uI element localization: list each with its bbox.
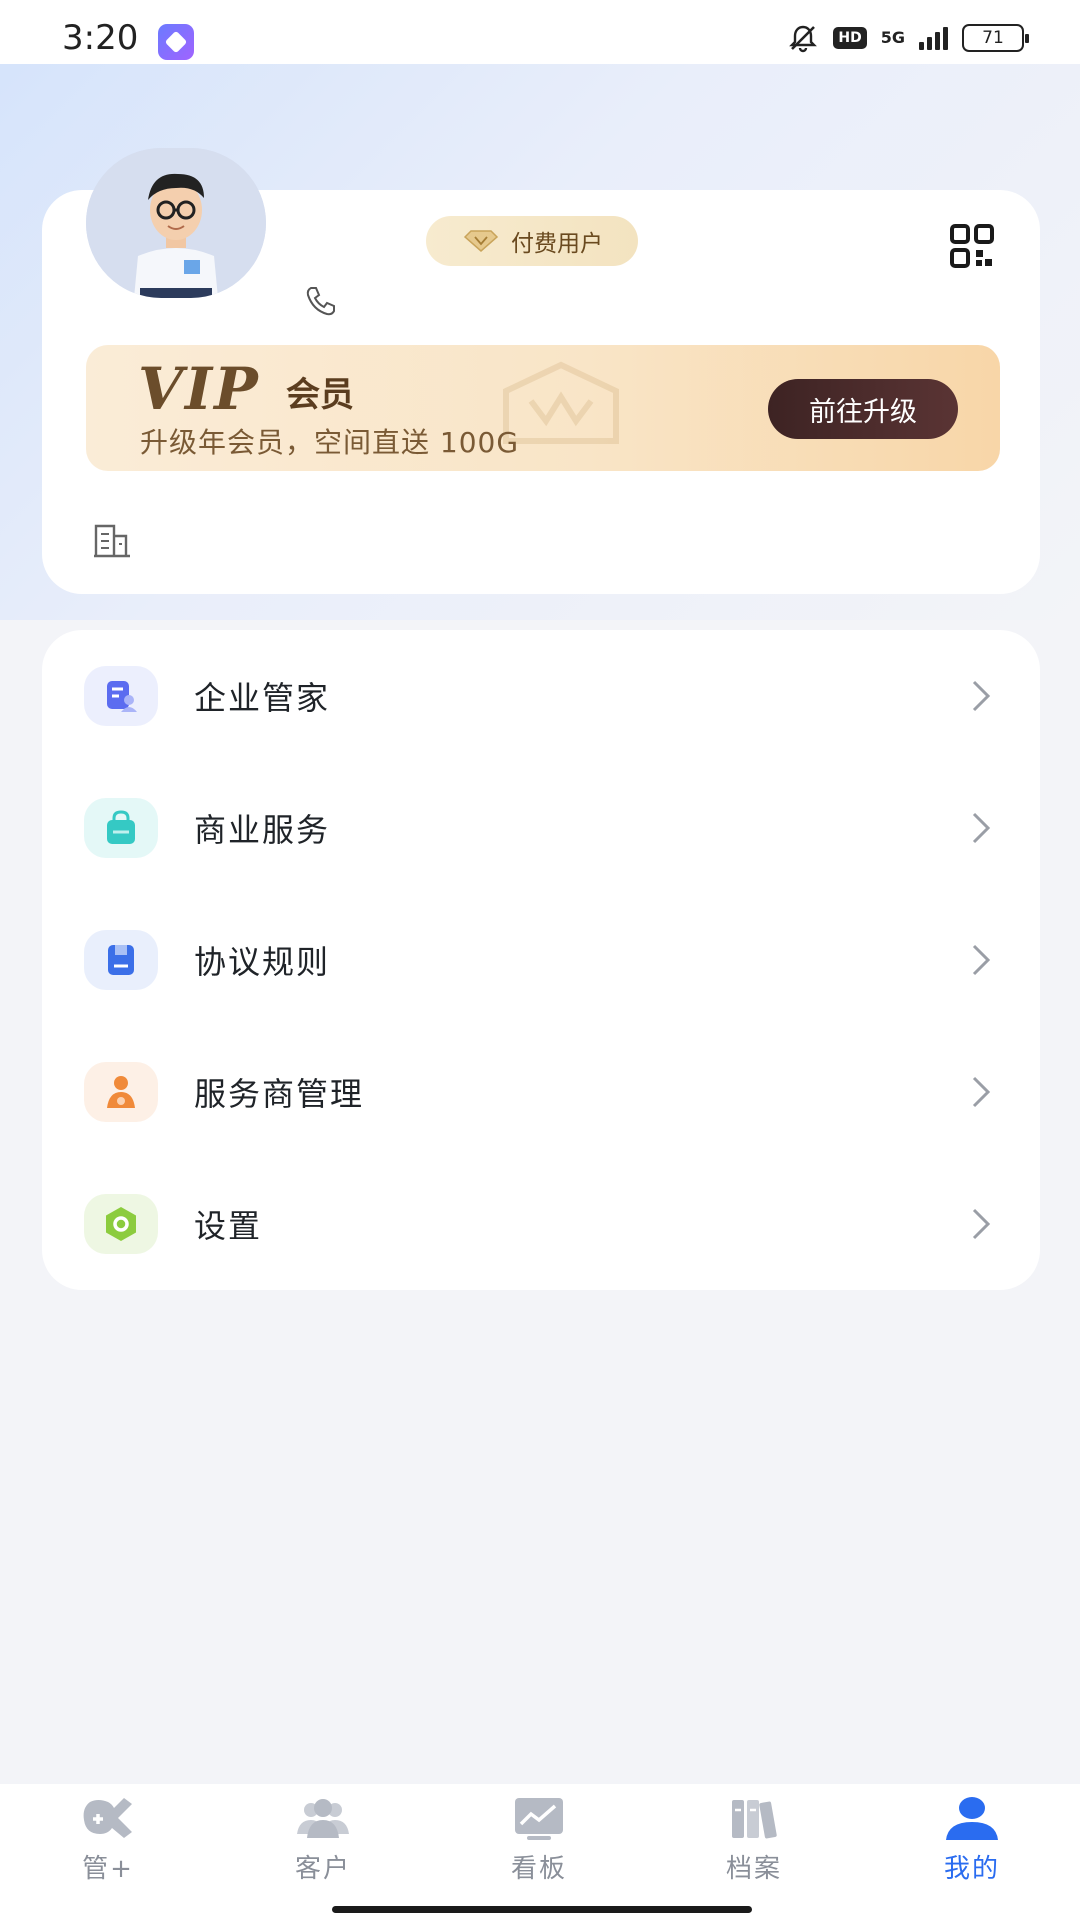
vip-member-title: 会员 xyxy=(286,375,354,415)
status-bar: 3:20 HD 5G 71 xyxy=(0,0,1080,64)
upgrade-button[interactable]: 前往升级 xyxy=(768,379,958,439)
menu-item-label: 企业管家 xyxy=(194,679,331,717)
provider-person-icon xyxy=(84,1062,158,1122)
menu-item-label: 服务商管理 xyxy=(194,1075,365,1113)
nav-tab-archive[interactable]: 档案 xyxy=(674,1794,834,1904)
customers-icon xyxy=(297,1799,349,1838)
avatar-illustration xyxy=(86,148,266,298)
profile-person-icon xyxy=(946,1797,998,1840)
chevron-right-icon xyxy=(972,1208,991,1240)
battery-icon: 71 xyxy=(962,24,1029,52)
menu-item-label: 商业服务 xyxy=(194,811,331,849)
nav-tab-mine[interactable]: 我的 xyxy=(892,1794,1052,1904)
menu-item-agreement-rules[interactable]: 协议规则 xyxy=(42,894,1040,1026)
home-indicator xyxy=(332,1906,752,1913)
save-document-icon xyxy=(84,930,158,990)
chevron-right-icon xyxy=(972,944,991,976)
vip-logo: VIP xyxy=(138,355,260,423)
nav-tab-guan-plus[interactable]: 管+ xyxy=(28,1794,188,1904)
paid-user-badge: 付费用户 xyxy=(426,216,638,266)
chevron-right-icon xyxy=(972,812,991,844)
qr-code-icon[interactable] xyxy=(948,222,996,270)
menu-item-business-service[interactable]: 商业服务 xyxy=(42,762,1040,894)
phone-icon[interactable] xyxy=(304,284,338,318)
guan-plus-icon xyxy=(83,1798,132,1838)
nav-tab-customers[interactable]: 客户 xyxy=(243,1794,403,1904)
diamond-icon xyxy=(463,230,499,252)
dashboard-chart-icon xyxy=(515,1798,563,1840)
hd-badge: HD xyxy=(833,27,867,49)
avatar[interactable] xyxy=(86,148,266,298)
shopping-bag-icon xyxy=(84,798,158,858)
enterprise-steward-icon xyxy=(84,666,158,726)
nav-label: 客户 xyxy=(294,1854,351,1884)
menu-item-settings[interactable]: 设置 xyxy=(42,1158,1040,1290)
app-notification-icon xyxy=(158,24,194,60)
paid-user-label: 付费用户 xyxy=(511,231,603,257)
menu-item-provider-management[interactable]: 服务商管理 xyxy=(42,1026,1040,1158)
nav-label: 档案 xyxy=(725,1854,782,1884)
nav-tab-dashboard[interactable]: 看板 xyxy=(459,1794,619,1904)
chevron-right-icon xyxy=(972,1076,991,1108)
network-type: 5G xyxy=(880,28,905,47)
vip-subtitle: 升级年会员，空间直送 100G xyxy=(140,426,520,459)
bell-muted-icon xyxy=(789,25,818,53)
bottom-navigation: 管+ 客户 看板 档案 我的 xyxy=(0,1784,1080,1920)
nav-label: 看板 xyxy=(510,1854,567,1884)
nav-label: 管+ xyxy=(82,1854,134,1884)
settings-hexagon-icon xyxy=(84,1194,158,1254)
status-indicators: HD 5G 71 xyxy=(787,22,1029,54)
vip-banner[interactable]: VIP 会员 升级年会员，空间直送 100G 前往升级 xyxy=(86,345,1000,471)
company-building-icon xyxy=(94,524,130,558)
nav-label: 我的 xyxy=(943,1854,1000,1884)
status-time: 3:20 xyxy=(62,18,139,58)
signal-strength-icon xyxy=(919,26,948,50)
archive-icon xyxy=(732,1800,777,1839)
menu-item-label: 协议规则 xyxy=(194,943,331,981)
menu-item-enterprise-steward[interactable]: 企业管家 xyxy=(42,630,1040,762)
menu-item-label: 设置 xyxy=(194,1207,263,1245)
menu-card: 企业管家 商业服务 协议规则 服务商管理 设置 xyxy=(42,630,1040,1290)
chevron-right-icon xyxy=(972,680,991,712)
